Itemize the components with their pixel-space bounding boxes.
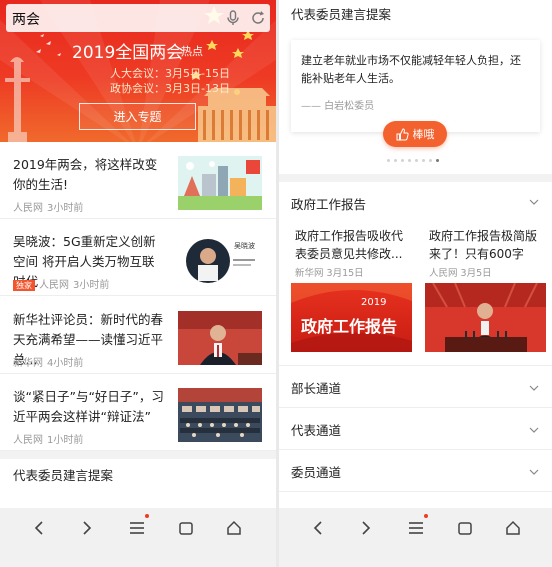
news-item[interactable]: 吴晓波：5G重新定义创新空间 将开启人类万物互联时代 独家人民网3小时前 吴晓波 [0,226,276,296]
report-image-year: 2019 [361,297,387,308]
news-title[interactable]: 谈“紧日子”与“好日子”，习近平两会这样讲“辩证法” [13,387,165,427]
news-time: 3小时前 [47,203,84,214]
section-title[interactable]: 代表委员建言提案 [291,4,391,23]
topic-banner[interactable]: 两会 2019全国两会 热点 人大会议：3月5日-15日 政协会议：3月3日-1… [0,0,276,142]
notification-dot [424,514,428,518]
news-time: 3小时前 [73,280,110,291]
tabs-icon[interactable] [175,517,197,539]
chevron-right-icon[interactable] [355,517,377,539]
right-screen: 代表委员建言提案 建立老年就业市场不仅能减轻年轻人负担，还能补贴老年人生活。 —… [279,0,552,567]
news-meta: 独家 人民网 3小时前 [13,276,109,291]
news-item[interactable]: 新华社评论员：新时代的春天充满希望——读懂习近平总... 新华网 4小时前 [0,304,276,374]
report-card[interactable]: 政府工作报告极简版来了！只有600字 人民网 3月5日 [425,225,546,352]
report-meta: 新华网 3月15日 [295,265,364,279]
portrait-caption: 吴晓波 [234,242,255,250]
notification-dot [145,514,149,518]
news-item[interactable]: 2019年两会，将这样改变你的生活! 人民网 3小时前 [0,149,276,219]
list-row-label[interactable]: 部长通道 [291,378,341,397]
gov-report-section-title[interactable]: 政府工作报告 [291,194,366,213]
search-bar[interactable]: 两会 [6,4,270,32]
like-label: 棒哦 [412,128,435,141]
cppcc-dates: 政协会议：3月3日-13日 [110,82,230,95]
thumbs-up-icon [396,127,409,140]
news-time: 1小时前 [47,435,84,446]
carousel-indicator [387,159,439,163]
microphone-icon[interactable] [224,9,242,27]
menu-icon[interactable] [126,517,148,539]
carousel-dot[interactable] [387,159,390,162]
news-item[interactable]: 谈“紧日子”与“好日子”，习近平两会这样讲“辩证法” 人民网 1小时前 [0,381,276,451]
carousel-dot[interactable] [394,159,397,162]
chevron-down-icon[interactable] [529,199,539,205]
carousel-dot-active[interactable] [436,159,439,162]
report-title[interactable]: 政府工作报告极简版来了！只有600字 [429,227,545,263]
news-meta: 人民网 1小时前 [13,431,83,446]
exclusive-badge: 独家 [13,280,35,291]
news-title[interactable]: 2019年两会，将这样改变你的生活! [13,155,165,195]
news-source: 新华网 [13,358,43,369]
tabs-icon[interactable] [454,517,476,539]
news-source: 人民网 [13,435,43,446]
report-image[interactable]: 2019 政府工作报告 [291,283,412,352]
report-source: 新华网 [295,268,324,279]
carousel-dot[interactable] [429,159,432,162]
report-meta: 人民网 3月5日 [429,265,492,279]
list-row[interactable]: 委员通道 [279,449,552,491]
report-image[interactable] [425,283,546,352]
proposal-card[interactable]: 建立老年就业市场不仅能减轻年轻人负担，还能补贴老年人生活。 —— 白岩松委员 [291,40,540,132]
list-row-label[interactable]: 代表通道 [291,420,341,439]
list-row[interactable]: 部长通道 [279,365,552,407]
home-icon[interactable] [502,517,524,539]
refresh-icon[interactable] [249,9,267,27]
report-source: 人民网 [429,268,458,279]
chevron-left-icon[interactable] [307,517,329,539]
like-button[interactable]: 棒哦 [383,121,447,147]
home-icon[interactable] [223,517,245,539]
chevron-down-icon[interactable] [529,469,539,475]
enter-topic-button[interactable]: 进入专题 [79,103,196,130]
list-row[interactable]: 代表通道 [279,407,552,449]
search-input[interactable]: 两会 [12,9,40,29]
section-divider [279,174,552,182]
report-card[interactable]: 政府工作报告吸收代表委员意见共修改... 新华网 3月15日 2019 政府工作… [291,225,412,352]
report-date: 3月15日 [326,268,364,279]
section-title[interactable]: 代表委员建言提案 [13,465,113,484]
bottom-navigation [0,508,276,567]
news-meta: 人民网 3小时前 [13,199,83,214]
carousel-dot[interactable] [415,159,418,162]
list-row-label[interactable]: 委员通道 [291,462,341,481]
news-thumbnail[interactable] [178,388,262,442]
carousel-dot[interactable] [422,159,425,162]
chevron-right-icon[interactable] [76,517,98,539]
banner-title: 2019全国两会 [72,43,184,63]
news-thumbnail[interactable]: 吴晓波 [178,233,262,287]
carousel-dot[interactable] [408,159,411,162]
news-thumbnail[interactable] [178,156,262,210]
bottom-navigation [279,508,552,567]
news-thumbnail[interactable] [178,311,262,365]
news-time: 4小时前 [47,358,84,369]
banner-tag: 热点 [181,45,203,58]
report-date: 3月5日 [460,268,492,279]
left-screen: 两会 2019全国两会 热点 人大会议：3月5日-15日 政协会议：3月3日-1… [0,0,276,567]
chevron-left-icon[interactable] [28,517,50,539]
chevron-down-icon[interactable] [529,427,539,433]
report-title[interactable]: 政府工作报告吸收代表委员意见共修改... [295,227,411,263]
news-source: 人民网 [13,203,43,214]
npc-dates: 人大会议：3月5日-15日 [110,67,230,80]
chevron-down-icon[interactable] [529,385,539,391]
news-source: 人民网 [39,280,69,291]
news-meta: 新华网 4小时前 [13,354,83,369]
section-divider [0,451,276,459]
proposal-text: 建立老年就业市场不仅能减轻年轻人负担，还能补贴老年人生活。 [301,54,521,85]
menu-icon[interactable] [405,517,427,539]
proposal-author: —— 白岩松委员 [301,101,375,112]
carousel-dot[interactable] [401,159,404,162]
report-image-text: 政府工作报告 [301,317,398,336]
